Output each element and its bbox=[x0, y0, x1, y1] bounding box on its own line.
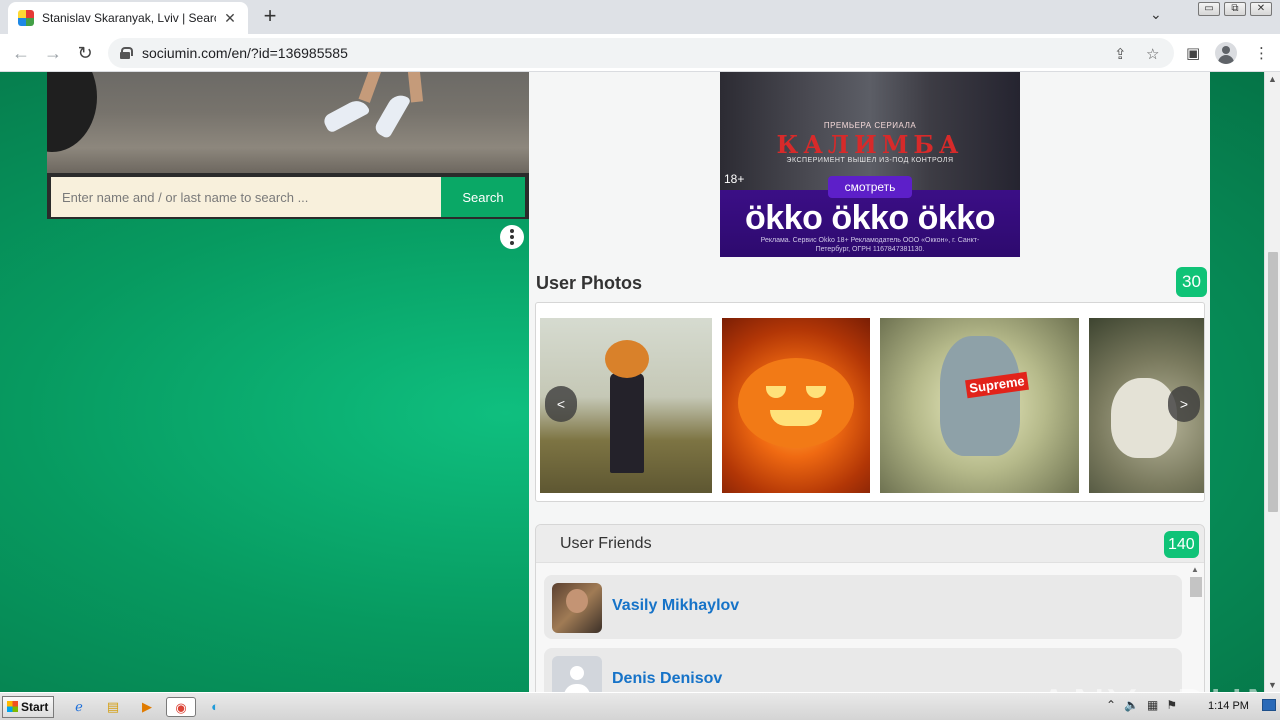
scroll-up-arrow-icon[interactable]: ▲ bbox=[1268, 74, 1277, 84]
photo-thumbnail[interactable] bbox=[722, 318, 870, 493]
start-label: Start bbox=[21, 700, 49, 714]
browser-toolbar: ← → ↻ sociumin.com/en/?id=136985585 ⇪ ☆ … bbox=[0, 34, 1280, 72]
restore-button[interactable]: ⧉ bbox=[1224, 2, 1246, 16]
browser-tab[interactable]: Stanislav Skaranyak, Lviv | Search In ✕ bbox=[8, 2, 248, 34]
windows-logo-icon bbox=[7, 701, 18, 712]
address-bar[interactable]: sociumin.com/en/?id=136985585 ⇪ ☆ bbox=[108, 38, 1174, 68]
forward-arrow-icon[interactable]: → bbox=[42, 42, 64, 64]
browser-menu-icon[interactable]: ⋮ bbox=[1254, 44, 1269, 62]
friends-scroll-thumb[interactable] bbox=[1190, 577, 1202, 597]
hero-tire-shape bbox=[47, 72, 97, 152]
pumpkin-shape bbox=[738, 358, 854, 448]
tab-search-chevron-icon[interactable]: ⌄ bbox=[1150, 6, 1162, 23]
lock-icon[interactable] bbox=[120, 47, 133, 59]
search-input[interactable] bbox=[51, 177, 441, 217]
pumpkin-head-shape bbox=[605, 340, 649, 378]
profile-avatar-icon[interactable] bbox=[1215, 42, 1237, 64]
scroll-down-arrow-icon[interactable]: ▼ bbox=[1268, 680, 1277, 690]
taskbar-clock[interactable]: 1:14 PM bbox=[1208, 700, 1249, 712]
friend-name-link[interactable]: Denis Denisov bbox=[612, 670, 722, 688]
default-avatar-icon[interactable] bbox=[552, 656, 602, 692]
show-desktop-icon[interactable] bbox=[1262, 699, 1276, 711]
url-text[interactable]: sociumin.com/en/?id=136985585 bbox=[142, 45, 348, 61]
ad-title: КАЛИМБА bbox=[776, 130, 964, 159]
internet-explorer-icon[interactable]: ℯ bbox=[68, 697, 90, 717]
search-form: Search bbox=[47, 173, 529, 219]
volume-icon[interactable]: 🔈 bbox=[1124, 698, 1139, 712]
reload-icon[interactable]: ↻ bbox=[74, 42, 96, 64]
tab-title: Stanislav Skaranyak, Lviv | Search In bbox=[42, 11, 216, 25]
friends-header: User Friends 140 bbox=[536, 525, 1204, 563]
back-arrow-icon[interactable]: ← bbox=[10, 42, 32, 64]
user-photos-title: User Photos bbox=[536, 273, 643, 293]
owl-figure-shape bbox=[1111, 378, 1177, 458]
user-friends-panel: User Friends 140 Vasily Mikhaylov Denis … bbox=[535, 524, 1205, 692]
os-taskbar: Start ℯ ▤ ▶ ◉ ◐ ⌃ 🔈 ▦ ⚑ 1:14 PM bbox=[0, 692, 1280, 720]
page-viewport: Search ПРЕМЬЕРА СЕРИАЛА КАЛИМБА ЭКСПЕРИМ… bbox=[0, 72, 1264, 692]
friends-count-badge: 140 bbox=[1164, 531, 1199, 558]
edge-icon[interactable]: ◐ bbox=[204, 697, 226, 717]
friend-list-item[interactable]: Vasily Mikhaylov bbox=[544, 575, 1182, 639]
ad-brand-logos: ökko ökko ökko bbox=[745, 199, 995, 237]
scroll-up-arrow-icon[interactable]: ▲ bbox=[1191, 565, 1199, 574]
friends-list-scrollbar[interactable]: ▲ bbox=[1189, 565, 1203, 692]
close-tab-icon[interactable]: ✕ bbox=[222, 10, 238, 27]
ad-watch-button[interactable]: смотреть bbox=[828, 176, 912, 198]
new-tab-button[interactable]: + bbox=[258, 4, 282, 28]
search-button[interactable]: Search bbox=[441, 177, 525, 217]
hero-shoe-shape bbox=[372, 90, 412, 140]
file-explorer-icon[interactable]: ▤ bbox=[102, 697, 124, 717]
page-scrollbar[interactable]: ▲ ▼ bbox=[1264, 72, 1280, 692]
start-button[interactable]: Start bbox=[2, 696, 54, 718]
ad-banner[interactable]: ПРЕМЬЕРА СЕРИАЛА КАЛИМБА ЭКСПЕРИМЕНТ ВЫШ… bbox=[720, 72, 1020, 257]
photos-count-badge: 30 bbox=[1176, 267, 1207, 297]
chrome-taskbar-icon[interactable]: ◉ bbox=[166, 697, 196, 717]
browser-tab-strip: Stanislav Skaranyak, Lviv | Search In ✕ … bbox=[0, 0, 1280, 34]
network-icon[interactable]: ▦ bbox=[1147, 698, 1158, 712]
more-options-icon[interactable] bbox=[500, 225, 524, 249]
bookmark-star-icon[interactable]: ☆ bbox=[1146, 45, 1159, 63]
anyrun-watermark: ANY▷RUN bbox=[1038, 680, 1264, 692]
media-player-icon[interactable]: ▶ bbox=[136, 697, 158, 717]
action-center-flag-icon[interactable]: ⚑ bbox=[1166, 698, 1177, 712]
side-panel-icon[interactable]: ▣ bbox=[1186, 44, 1200, 62]
photo-thumbnail[interactable]: Supreme bbox=[880, 318, 1079, 493]
photo-carousel: Supreme < > bbox=[535, 302, 1205, 502]
photo-figure-shape bbox=[610, 373, 644, 473]
ad-pre-title: ПРЕМЬЕРА СЕРИАЛА bbox=[823, 121, 917, 130]
hero-shoe-shape bbox=[321, 96, 371, 134]
user-friends-title: User Friends bbox=[560, 535, 652, 552]
page-scroll-thumb[interactable] bbox=[1268, 252, 1278, 512]
ad-legal-text: Реклама. Сервис Okko 18+ Рекламодатель О… bbox=[760, 237, 980, 253]
window-controls: ▭ ⧉ ✕ bbox=[1198, 2, 1272, 16]
main-content: ПРЕМЬЕРА СЕРИАЛА КАЛИМБА ЭКСПЕРИМЕНТ ВЫШ… bbox=[529, 72, 1210, 692]
friend-name-link[interactable]: Vasily Mikhaylov bbox=[612, 597, 739, 615]
carousel-next-button[interactable]: > bbox=[1168, 386, 1200, 422]
pumpkin-mouth-shape bbox=[770, 410, 822, 426]
tray-expand-icon[interactable]: ⌃ bbox=[1106, 698, 1116, 712]
share-icon[interactable]: ⇪ bbox=[1114, 45, 1127, 63]
close-window-button[interactable]: ✕ bbox=[1250, 2, 1272, 16]
minimize-button[interactable]: ▭ bbox=[1198, 2, 1220, 16]
carousel-prev-button[interactable]: < bbox=[545, 386, 577, 422]
hero-image bbox=[47, 72, 529, 173]
friend-avatar[interactable] bbox=[552, 583, 602, 633]
system-tray: ⌃ 🔈 ▦ ⚑ bbox=[1106, 698, 1177, 712]
ad-age-rating: 18+ bbox=[724, 172, 745, 186]
site-favicon-icon bbox=[18, 10, 34, 26]
ad-subtitle: ЭКСПЕРИМЕНТ ВЫШЕЛ ИЗ-ПОД КОНТРОЛЯ bbox=[786, 157, 954, 164]
hero-leg-shape bbox=[358, 72, 384, 103]
